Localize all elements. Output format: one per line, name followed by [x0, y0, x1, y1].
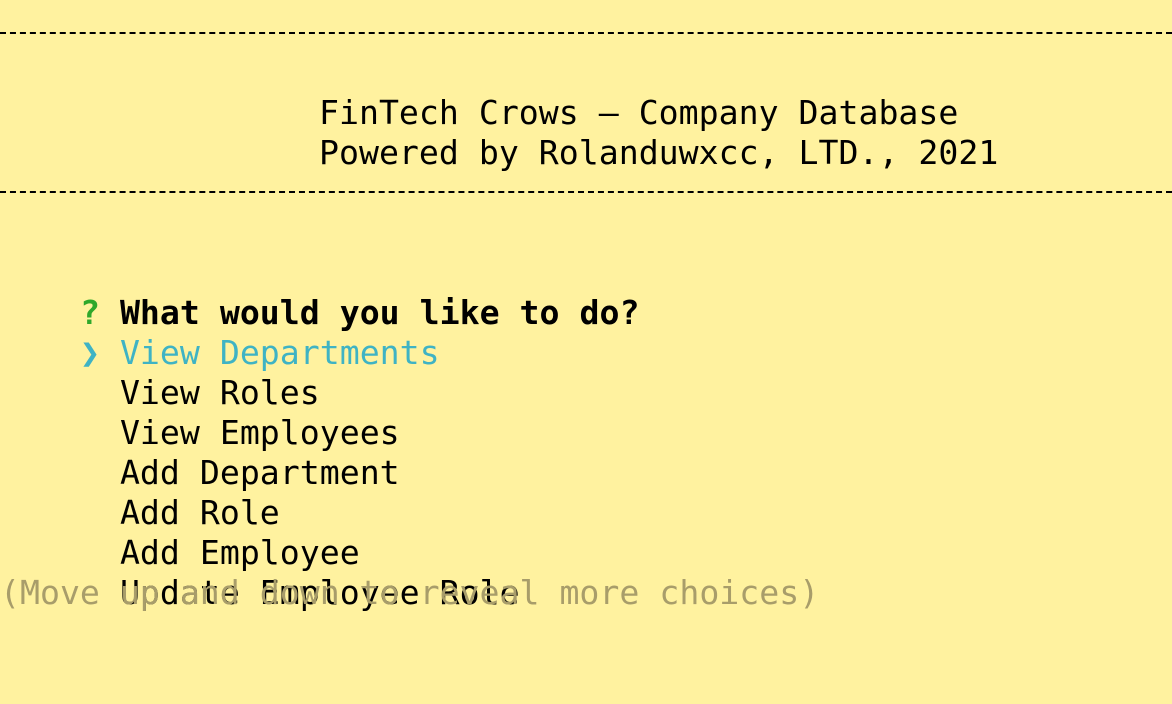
choice-view-departments[interactable]: ❯ View Departments [0, 293, 440, 372]
choice-update-employee-role[interactable]: Update Employee Role [0, 533, 520, 612]
choice-add-employee[interactable]: Add Employee [0, 493, 360, 572]
choice-add-role[interactable]: Add Role [0, 453, 280, 532]
scroll-hint: (Move up and down to reveal more choices… [0, 573, 820, 612]
choice-view-roles[interactable]: View Roles [0, 333, 320, 412]
prompt-line: ? What would you like to do? [0, 253, 640, 332]
banner-subtitle: Powered by Rolanduwxcc, LTD., 2021 [319, 133, 999, 172]
choice-view-employees[interactable]: View Employees [0, 373, 400, 452]
top-divider [0, 32, 1172, 34]
banner-title: FinTech Crows – Company Database [319, 93, 959, 132]
choice-add-department[interactable]: Add Department [0, 413, 400, 492]
bottom-divider [0, 191, 1172, 193]
